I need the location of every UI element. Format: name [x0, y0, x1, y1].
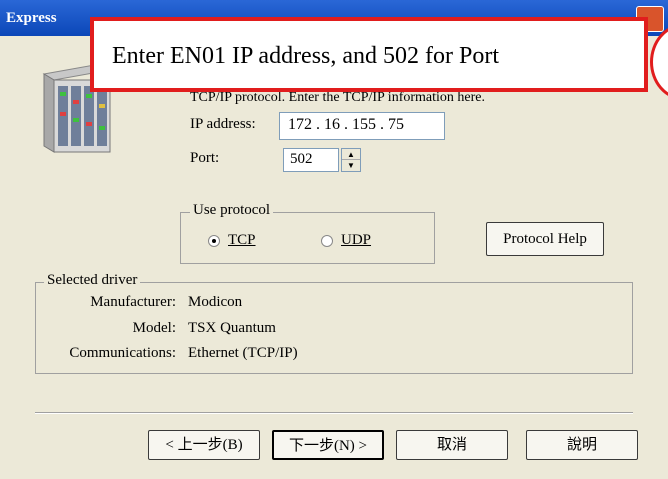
- cancel-button[interactable]: 取消: [396, 430, 508, 460]
- protocol-help-button[interactable]: Protocol Help: [486, 222, 604, 256]
- ip-address-input[interactable]: 172 . 16 . 155 . 75: [279, 112, 445, 140]
- window-title: Express: [6, 10, 57, 26]
- dialog-window: Express TCP/IP protocol. Enter the TCP/I…: [0, 0, 668, 479]
- description-text: TCP/IP protocol. Enter the TCP/IP inform…: [190, 90, 485, 105]
- next-button[interactable]: 下一步(N) >: [272, 430, 384, 460]
- instruction-callout: Enter EN01 IP address, and 502 for Port: [90, 17, 648, 92]
- spinner-up-icon[interactable]: ▲: [342, 149, 360, 160]
- manufacturer-label: Manufacturer:: [90, 294, 176, 310]
- manufacturer-value: Modicon: [188, 294, 243, 310]
- back-button[interactable]: < 上一步(B): [148, 430, 260, 460]
- selected-driver-legend: Selected driver: [44, 272, 141, 289]
- model-label: Model:: [132, 320, 176, 336]
- port-spinner[interactable]: ▲ ▼: [341, 148, 361, 172]
- spinner-down-icon[interactable]: ▼: [342, 160, 360, 171]
- protocol-legend: Use protocol: [190, 202, 274, 219]
- udp-label[interactable]: UDP: [341, 232, 371, 249]
- communications-value: Ethernet (TCP/IP): [188, 345, 298, 361]
- port-label: Port:: [190, 150, 220, 166]
- model-value: TSX Quantum: [188, 320, 276, 336]
- communications-label: Communications:: [69, 345, 176, 361]
- tcp-label[interactable]: TCP: [228, 232, 256, 249]
- help-button[interactable]: 說明: [526, 430, 638, 460]
- tcp-radio[interactable]: [208, 235, 220, 247]
- ip-address-label: IP address:: [190, 116, 256, 132]
- callout-text: Enter EN01 IP address, and 502 for Port: [112, 43, 500, 69]
- udp-radio[interactable]: [321, 235, 333, 247]
- port-input[interactable]: 502: [283, 148, 339, 172]
- separator: [35, 412, 633, 414]
